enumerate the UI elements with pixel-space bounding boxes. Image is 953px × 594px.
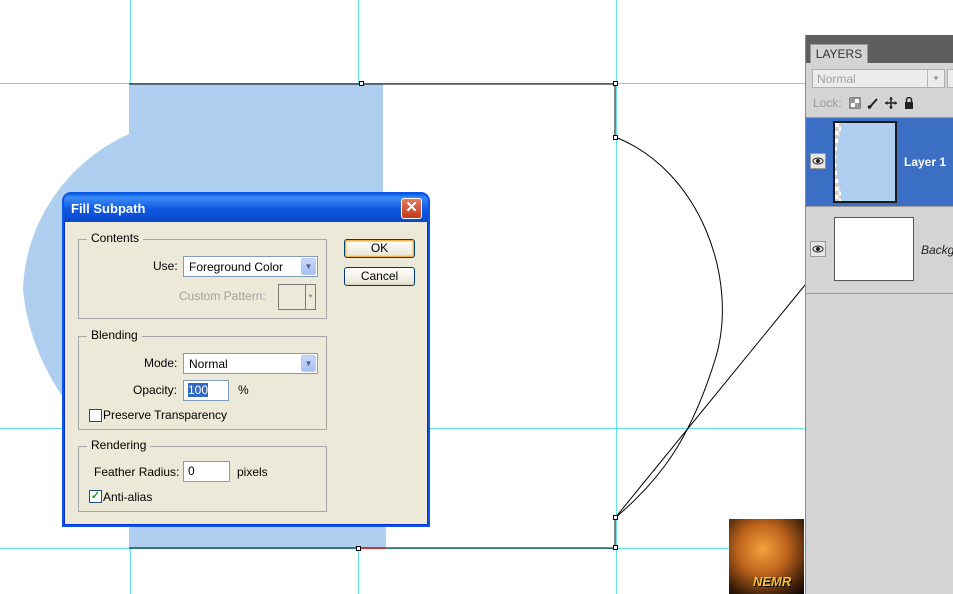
opacity-unit: % [238,383,249,397]
contents-group: Contents Use: Foreground Color ▼ Custom … [78,231,327,319]
layer-row-layer-1[interactable]: Layer 1 [806,117,953,206]
opacity-value: 100 [188,383,209,397]
dialog-title: Fill Subpath [71,201,146,216]
use-label: Use: [153,259,178,273]
eye-icon[interactable] [810,241,826,257]
blend-mode-dropdown[interactable]: Normal ▼ [812,69,945,88]
tab-layers[interactable]: LAYERS [810,44,868,63]
background-thumbnail [834,217,914,281]
watermark-text: NEMR [753,574,792,589]
chevron-down-icon[interactable]: ▼ [927,70,944,87]
mode-value: Normal [189,357,228,371]
mode-label: Mode: [144,356,178,370]
rendering-group: Rendering Feather Radius: 0 pixels ✓ Ant… [78,438,327,512]
anti-alias-checkbox[interactable]: ✓ [89,490,102,503]
lock-all-icon[interactable] [903,97,915,109]
feather-radius-input[interactable]: 0 [183,461,230,482]
lock-label: Lock: [813,96,842,110]
lock-image-icon[interactable] [867,97,879,109]
layer-1-name[interactable]: Layer 1 [904,155,946,169]
rendering-group-label: Rendering [87,438,151,452]
background-layer-name[interactable]: Backgr [921,243,953,257]
blending-group-label: Blending [87,328,142,342]
blending-group: Blending Mode: Normal ▼ Opacity: 100 % P… [78,328,327,430]
eye-icon[interactable] [810,153,826,169]
preserve-transparency-label[interactable]: Preserve Transparency [103,408,227,422]
blend-mode-value: Normal [817,72,856,86]
use-dropdown[interactable]: Foreground Color ▼ [183,256,318,277]
layers-tabbar: LAYERS [806,35,953,63]
layer-1-thumbnail [833,121,897,203]
feather-radius-unit: pixels [237,465,268,479]
fill-subpath-dialog: Fill Subpath ✕ Contents Use: Foreground … [64,194,428,525]
layer-row-background[interactable]: Backgr [806,206,953,294]
lock-transparent-icon[interactable] [849,97,861,109]
custom-pattern-picker[interactable]: ▼ [278,284,316,310]
chevron-down-icon[interactable]: ▼ [301,355,316,372]
lock-position-icon[interactable] [885,97,897,109]
chevron-down-icon[interactable]: ▼ [301,258,316,275]
use-value: Foreground Color [189,260,284,274]
feather-radius-label: Feather Radius: [94,465,180,479]
preserve-transparency-checkbox[interactable] [89,409,102,422]
close-icon[interactable]: ✕ [401,198,422,219]
opacity-input[interactable]: 100 [183,380,229,401]
cancel-button[interactable]: Cancel [344,267,415,286]
tiger-watermark-logo: NEMR [729,519,804,594]
opacity-label: Opacity: [133,383,178,397]
ok-button[interactable]: OK [344,239,415,258]
anti-alias-label[interactable]: Anti-alias [103,490,152,504]
lock-row: Lock: [806,93,953,115]
subpath-tail [614,284,806,519]
mode-dropdown[interactable]: Normal ▼ [183,353,318,374]
custom-pattern-label: Custom Pattern: [179,289,266,303]
dialog-titlebar[interactable]: Fill Subpath ✕ [64,194,428,222]
contents-group-label: Contents [87,231,144,245]
layers-panel: LAYERS Normal ▼ Lock: Layer 1 Backgr [805,35,953,594]
chevron-down-icon[interactable]: ▼ [305,285,315,309]
layer-opacity-field[interactable] [947,69,953,88]
